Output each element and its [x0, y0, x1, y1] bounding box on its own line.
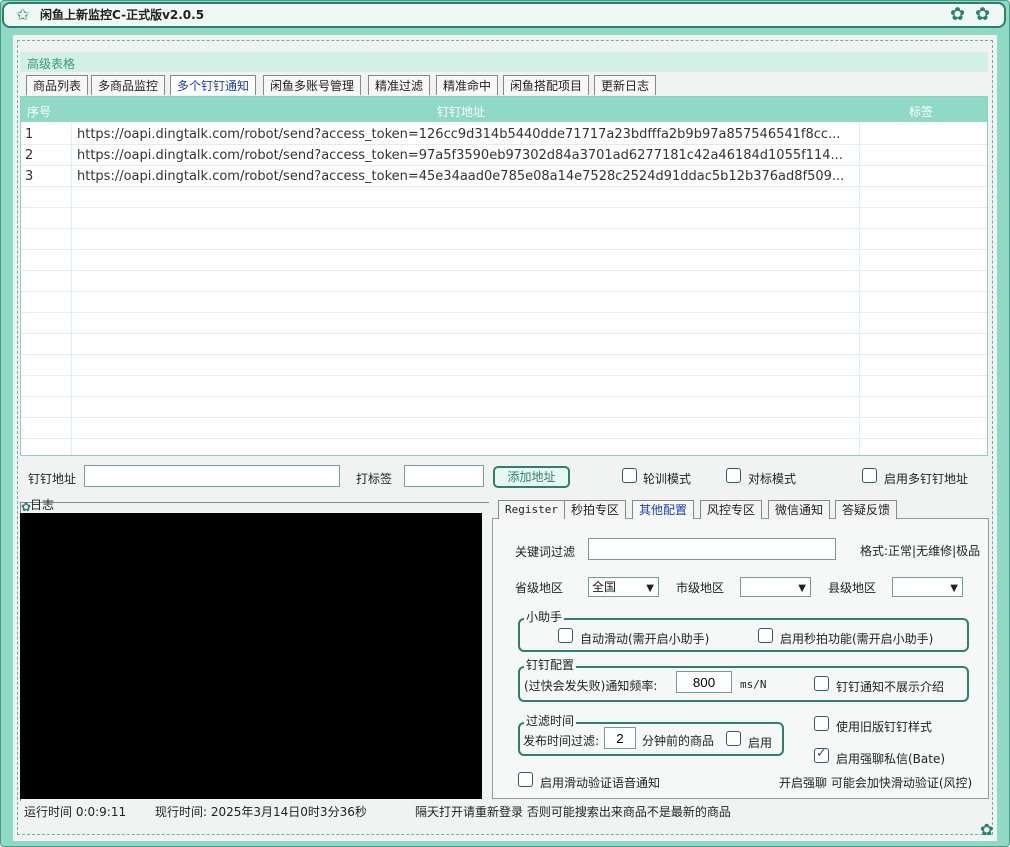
- empty-row: [21, 187, 987, 208]
- tab-multi-account[interactable]: 闲鱼多账号管理: [263, 75, 362, 95]
- tab-faq[interactable]: 答疑反馈: [835, 500, 898, 519]
- empty-row: [21, 355, 987, 376]
- col-index-header[interactable]: 序号: [27, 103, 51, 120]
- tab-multi-product[interactable]: 多商品监控: [91, 75, 166, 95]
- target-mode-checkbox[interactable]: [726, 468, 741, 483]
- tab-flash-zone[interactable]: 秒拍专区: [564, 500, 627, 519]
- keyword-label: 关键词过滤: [515, 545, 576, 559]
- empty-row: [21, 313, 987, 334]
- table-header: [21, 97, 987, 122]
- tab-register[interactable]: Register: [498, 500, 565, 519]
- flash-buy-checkbox[interactable]: [758, 628, 773, 643]
- no-intro-checkbox[interactable]: [814, 676, 829, 691]
- log-star-icon: ✿: [21, 500, 32, 514]
- tab-changelog[interactable]: 更新日志: [594, 75, 657, 95]
- tab-precise-filter[interactable]: 精准过滤: [368, 75, 431, 95]
- private-chat-label: 启用强聊私信(Bate): [836, 752, 946, 766]
- empty-row: [21, 208, 987, 229]
- login-notice: 隔天打开请重新登录 否则可能搜索出来商品不是最新的商品: [415, 805, 731, 819]
- poll-mode-label: 轮训模式: [643, 472, 692, 486]
- row-url: https://oapi.dingtalk.com/robot/send?acc…: [77, 169, 845, 184]
- old-style-label: 使用旧版钉钉样式: [836, 720, 933, 734]
- tab-multi-dingtalk[interactable]: 多个钉钉通知: [170, 75, 257, 95]
- empty-row: [21, 397, 987, 418]
- empty-row: [21, 271, 987, 292]
- log-title: 日志: [30, 498, 55, 512]
- province-label: 省级地区: [515, 581, 564, 595]
- tab-collab-project[interactable]: 闲鱼搭配项目: [503, 75, 590, 95]
- tab-wechat-notify[interactable]: 微信通知: [768, 500, 831, 519]
- publish-label: 发布时间过滤:: [523, 734, 600, 748]
- strong-chat-hint: 开启强聊 可能会加快滑动验证(风控): [779, 776, 973, 790]
- private-chat-checkbox[interactable]: [814, 746, 829, 763]
- row-index: 1: [25, 127, 34, 142]
- multi-address-label: 启用多钉钉地址: [884, 472, 969, 486]
- freq-input[interactable]: [676, 671, 732, 693]
- empty-row: [21, 292, 987, 313]
- chevron-down-icon: ▼: [798, 583, 806, 594]
- slide-voice-checkbox[interactable]: [518, 772, 533, 787]
- empty-row: [21, 229, 987, 250]
- poll-mode-checkbox[interactable]: [622, 468, 637, 483]
- log-output[interactable]: [20, 513, 482, 799]
- freq-unit: ms/N: [740, 678, 767, 691]
- province-select[interactable]: 全国 ▼: [588, 577, 659, 597]
- tab-precise-hit[interactable]: 精准命中: [436, 75, 499, 95]
- group-header: [20, 52, 988, 72]
- col-tag-header[interactable]: 标签: [909, 103, 933, 120]
- city-select[interactable]: ▼: [740, 577, 811, 597]
- no-intro-label: 钉钉通知不展示介绍: [836, 680, 945, 694]
- format-hint: 格式:正常|无维修|极品: [860, 544, 981, 558]
- county-label: 县级地区: [828, 581, 877, 595]
- city-label: 市级地区: [676, 581, 725, 595]
- county-select[interactable]: ▼: [892, 577, 963, 597]
- publish-enable-checkbox[interactable]: [726, 731, 741, 746]
- target-mode-label: 对标模式: [748, 472, 797, 486]
- chevron-down-icon: ▼: [646, 583, 654, 594]
- empty-row: [21, 376, 987, 397]
- keyword-input[interactable]: [588, 538, 836, 560]
- slide-voice-label: 启用滑动验证语音通知: [540, 776, 661, 790]
- empty-row: [21, 334, 987, 355]
- empty-row: [21, 418, 987, 439]
- corner-star-icon: ✿: [980, 820, 994, 839]
- publish-minutes-input[interactable]: [604, 727, 636, 749]
- minimize-star-icon[interactable]: ✿: [950, 4, 965, 25]
- tab-risk-control[interactable]: 风控专区: [700, 500, 763, 519]
- empty-row: [21, 250, 987, 271]
- col-url-header[interactable]: 钉钉地址: [437, 103, 485, 120]
- ding-config-title: 钉钉配置: [524, 656, 577, 673]
- tag-label: 打标签: [356, 472, 393, 486]
- old-style-checkbox[interactable]: [814, 716, 829, 731]
- province-value: 全国: [592, 580, 617, 594]
- filter-time-title: 过滤时间: [524, 712, 577, 729]
- current-time-status: 现行时间: 2025年3月14日0时3分36秒: [155, 805, 367, 819]
- app-star-icon: ✩: [16, 5, 30, 24]
- row-index: 2: [25, 148, 34, 163]
- url-label: 钉钉地址: [28, 472, 77, 486]
- chevron-down-icon: ▼: [950, 583, 958, 594]
- publish-suffix: 分钟前的商品: [642, 734, 715, 748]
- add-address-button[interactable]: 添加地址: [493, 466, 570, 488]
- runtime-status: 运行时间 0:0:9:11: [24, 805, 127, 819]
- tab-other-config[interactable]: 其他配置: [632, 500, 695, 519]
- multi-address-checkbox[interactable]: [862, 468, 877, 483]
- group-title: 高级表格: [27, 57, 76, 71]
- flash-buy-label: 启用秒拍功能(需开启小助手): [780, 632, 934, 646]
- tab-product-list[interactable]: 商品列表: [26, 75, 89, 95]
- row-url: https://oapi.dingtalk.com/robot/send?acc…: [77, 127, 841, 142]
- row-index: 3: [25, 169, 34, 184]
- close-star-icon[interactable]: ✿: [975, 4, 990, 25]
- row-url: https://oapi.dingtalk.com/robot/send?acc…: [77, 148, 843, 163]
- tag-input[interactable]: [404, 465, 484, 487]
- url-input[interactable]: [84, 465, 340, 487]
- helper-title: 小助手: [524, 608, 565, 625]
- freq-label: (过快会发失败)通知频率:: [524, 679, 658, 693]
- auto-slide-checkbox[interactable]: [558, 628, 573, 643]
- auto-slide-label: 自动滑动(需开启小助手): [580, 632, 710, 646]
- window-title: 闲鱼上新监控C-正式版v2.0.5: [40, 8, 205, 22]
- publish-enable-label: 启用: [748, 736, 773, 750]
